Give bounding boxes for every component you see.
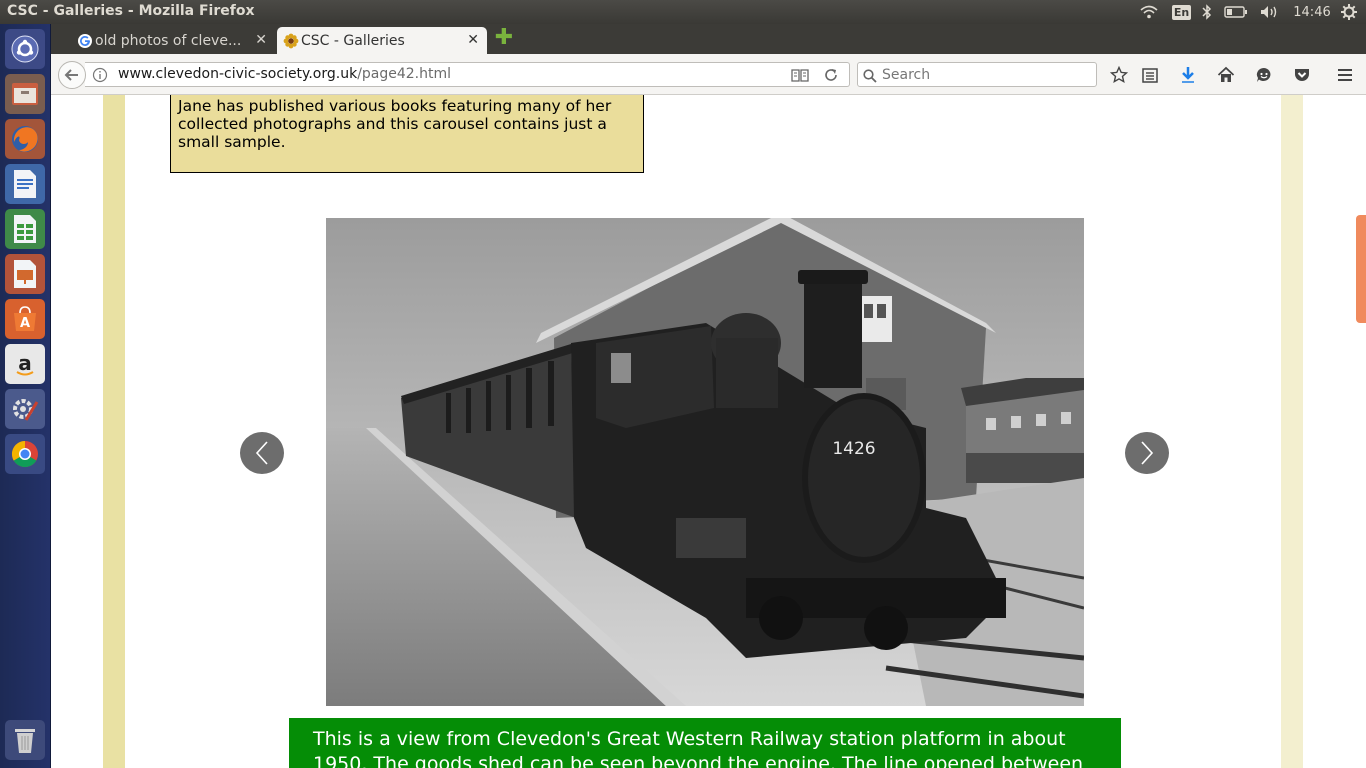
top-panel: CSC - Galleries - Mozilla Firefox En 14:… [0, 0, 1366, 24]
url-text[interactable]: www.clevedon-civic-society.org.uk/page42… [118, 66, 451, 82]
scrollbar-thumb[interactable] [1356, 215, 1366, 323]
new-tab-plus-icon[interactable]: ✚ [494, 27, 514, 49]
svg-text:A: A [20, 316, 30, 331]
reader-view-icon[interactable] [791, 67, 809, 87]
reload-icon[interactable] [823, 67, 839, 87]
csc-favicon-icon [283, 33, 299, 49]
url-bar[interactable]: www.clevedon-civic-society.org.uk/page42… [85, 62, 850, 87]
info-box: Jane has published various books featuri… [170, 95, 644, 173]
chrome-icon[interactable] [5, 434, 45, 474]
url-path: /page42.html [357, 66, 452, 82]
photo-caption: This is a view from Clevedon's Great Wes… [289, 718, 1121, 768]
carousel-photo[interactable]: 1426 [326, 218, 1084, 706]
hello-chat-icon[interactable] [1253, 64, 1275, 86]
session-gear-icon[interactable] [1338, 2, 1360, 22]
locomotive-number: 1426 [832, 439, 875, 459]
tab-label: CSC - Galleries [301, 32, 405, 49]
page-content: Jane has published various books featuri… [51, 95, 1366, 768]
back-arrow-icon [64, 69, 78, 81]
menu-hamburger-icon[interactable] [1334, 64, 1356, 86]
close-tab-icon[interactable]: ✕ [255, 32, 267, 48]
window-title: CSC - Galleries - Mozilla Firefox [7, 3, 255, 19]
search-icon [863, 68, 877, 87]
url-host: www.clevedon-civic-society.org.uk [118, 66, 358, 82]
close-tab-icon[interactable]: ✕ [467, 32, 479, 48]
search-bar[interactable] [857, 62, 1097, 87]
impress-icon[interactable] [5, 254, 45, 294]
wifi-icon[interactable] [1139, 2, 1159, 22]
amazon-icon[interactable]: a [5, 344, 45, 384]
tab-old-photos[interactable]: old photos of cleve... ✕ [71, 27, 275, 54]
page-border-right [1281, 95, 1303, 768]
writer-icon[interactable] [5, 164, 45, 204]
page-border-left [103, 95, 125, 768]
navigation-toolbar: www.clevedon-civic-society.org.uk/page42… [51, 54, 1366, 95]
tab-strip: old photos of cleve... ✕ CSC - Galleries… [51, 24, 1366, 54]
trash-icon[interactable] [5, 720, 45, 760]
pocket-icon[interactable] [1291, 64, 1313, 86]
google-favicon-icon [77, 33, 93, 49]
battery-icon[interactable] [1222, 2, 1250, 22]
downloads-icon[interactable] [1177, 64, 1199, 86]
tab-csc-galleries[interactable]: CSC - Galleries ✕ [277, 27, 487, 54]
search-input[interactable] [882, 64, 1092, 85]
steam-locomotive-photo: 1426 [326, 218, 1084, 706]
clock[interactable]: 14:46 [1290, 2, 1334, 22]
volume-icon[interactable] [1258, 2, 1282, 22]
bluetooth-icon[interactable] [1199, 2, 1215, 22]
firefox-icon[interactable] [5, 119, 45, 159]
carousel-prev-button[interactable] [240, 432, 284, 474]
keyboard-layout-label: En [1171, 4, 1192, 20]
site-info-icon[interactable] [92, 67, 108, 87]
chevron-right-icon [1141, 441, 1154, 465]
home-icon[interactable] [1215, 64, 1237, 86]
tab-label: old photos of cleve... [95, 32, 242, 49]
ubuntu-dash-icon[interactable] [5, 29, 45, 69]
carousel-next-button[interactable] [1125, 432, 1169, 474]
keyboard-layout-indicator[interactable]: En [1171, 2, 1192, 22]
svg-text:a: a [18, 351, 32, 375]
info-text: Jane has published various books featuri… [178, 97, 612, 151]
software-center-icon[interactable]: A [5, 299, 45, 339]
back-button[interactable] [58, 61, 86, 89]
files-icon[interactable] [5, 74, 45, 114]
system-settings-icon[interactable] [5, 389, 45, 429]
calc-icon[interactable] [5, 209, 45, 249]
chevron-left-icon [255, 441, 268, 465]
launcher: A a [0, 24, 51, 768]
caption-text: This is a view from Clevedon's Great Wes… [313, 728, 1084, 768]
bookmark-star-icon[interactable] [1108, 64, 1130, 86]
bookmarks-list-icon[interactable] [1139, 64, 1161, 86]
